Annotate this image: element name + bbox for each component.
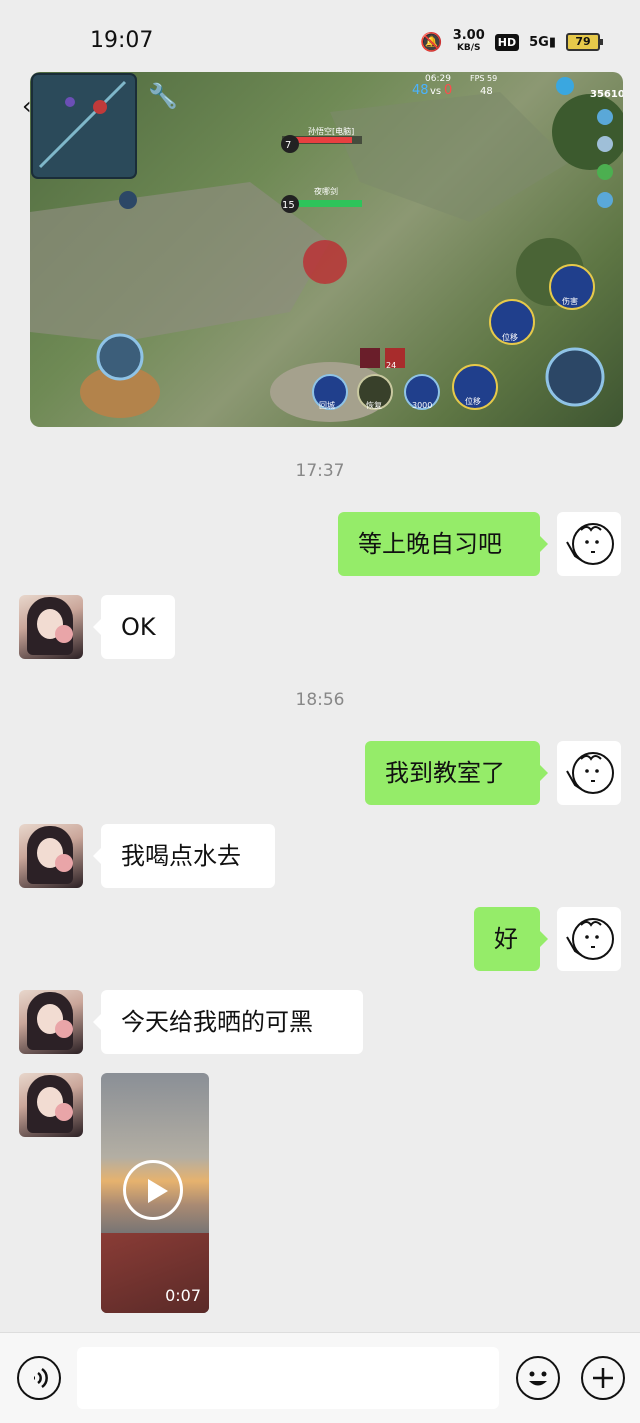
my-avatar[interactable] (557, 512, 621, 576)
message-bubble-sent[interactable]: 我到教室了 (365, 741, 548, 805)
contact-avatar[interactable] (19, 824, 83, 888)
svg-text:35610: 35610 (590, 89, 623, 100)
svg-text:48: 48 (480, 86, 493, 97)
svg-text:位移: 位移 (465, 396, 481, 406)
emoji-icon[interactable] (516, 1356, 560, 1400)
svg-text:FPS 59: FPS 59 (470, 74, 497, 83)
my-avatar[interactable] (557, 741, 621, 805)
message-bubble-received[interactable]: 我喝点水去 (93, 824, 275, 888)
message-bubble-sent[interactable]: 好 (474, 907, 548, 971)
network-speed: 3.00 KB/S (452, 28, 485, 53)
contact-avatar[interactable] (19, 1073, 83, 1137)
svg-text:孙悟空[电脑]: 孙悟空[电脑] (308, 126, 354, 136)
signal-icon: 5G▮ (529, 34, 556, 50)
hd-icon: HD (494, 33, 520, 51)
svg-text:vs: vs (430, 86, 441, 97)
svg-text:7: 7 (285, 140, 291, 151)
game-screenshot-image[interactable]: 🔧 06:29 FPS 59 48 vs 0 48 35610 7 孙悟空[电脑… (30, 72, 623, 427)
svg-text:夜哪剑: 夜哪剑 (314, 186, 338, 196)
svg-text:位移: 位移 (502, 332, 518, 342)
battery-icon: 79 (566, 33, 603, 51)
mute-bell-icon: 🔕 (420, 31, 443, 53)
input-bar (0, 1332, 640, 1423)
svg-text:恢复: 恢复 (366, 400, 382, 410)
svg-text:🔧: 🔧 (148, 81, 178, 110)
message-bubble-sent[interactable]: 等上晚自习吧 (338, 512, 548, 576)
my-avatar[interactable] (557, 907, 621, 971)
svg-text:48: 48 (412, 83, 429, 98)
contact-avatar[interactable] (19, 990, 83, 1054)
play-icon[interactable] (123, 1160, 183, 1220)
chat-timestamp: 17:37 (295, 461, 345, 481)
svg-text:0: 0 (444, 83, 452, 98)
svg-text:24: 24 (386, 361, 396, 370)
add-plus-icon[interactable] (581, 1356, 625, 1400)
chat-timestamp: 18:56 (295, 690, 345, 710)
message-input[interactable] (77, 1347, 499, 1409)
svg-text:回城: 回城 (319, 401, 335, 410)
message-bubble-received[interactable]: OK (93, 595, 175, 659)
voice-input-icon[interactable] (17, 1356, 61, 1400)
contact-avatar[interactable] (19, 595, 83, 659)
svg-text:3000: 3000 (412, 401, 432, 410)
clock: 19:07 (90, 28, 154, 53)
video-duration: 0:07 (165, 1286, 201, 1305)
video-message[interactable]: 0:07 (101, 1073, 209, 1313)
message-bubble-received[interactable]: 今天给我晒的可黑 (93, 990, 363, 1054)
svg-text:15: 15 (282, 200, 295, 211)
svg-text:伤害: 伤害 (562, 296, 578, 306)
